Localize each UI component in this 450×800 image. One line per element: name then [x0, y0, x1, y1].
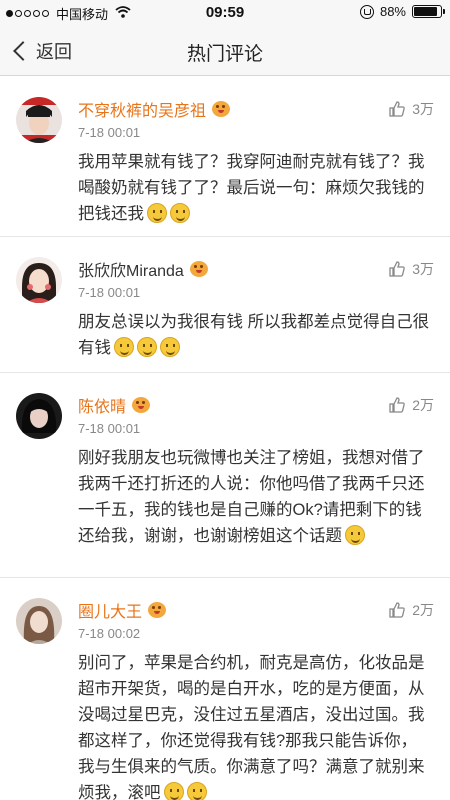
comment-text: 朋友总误以为我很有钱 所以我都差点觉得自己很有钱 — [78, 309, 432, 361]
smile-emoji-icon — [160, 337, 180, 357]
smile-emoji-icon — [137, 337, 157, 357]
like-button[interactable]: 3万 — [388, 99, 434, 119]
comment-body: 我用苹果就有钱了？我穿阿迪耐克就有钱了？我喝酸奶就有钱了了？最后说一句：麻烦欠我… — [78, 153, 425, 223]
smile-emoji-icon — [163, 782, 184, 800]
avatar[interactable] — [16, 393, 62, 439]
smile-emoji-icon — [170, 203, 190, 223]
like-count: 2万 — [412, 397, 434, 413]
thumbs-up-icon — [389, 261, 405, 277]
comment-item: 圈儿大王 7-18 00:02 2万 别问了，苹果是合约机，耐克是高仿，化妆品是… — [0, 578, 450, 800]
thumbs-up-icon — [389, 397, 405, 413]
smile-emoji-icon — [345, 525, 365, 545]
vip-badge-icon — [212, 101, 231, 117]
comment-item: 不穿秋裤的吴彦祖 7-18 00:01 3万 我用苹果就有钱了？我穿阿迪耐克就有… — [0, 77, 450, 237]
comment-time: 7-18 00:01 — [78, 125, 141, 140]
battery-percent: 88% — [379, 4, 406, 19]
comment-body: 刚好我朋友也玩微博也关注了榜姐，我想对借了我两千还打折还的人说：你他吗借了我两千… — [78, 449, 425, 545]
smile-emoji-icon — [147, 203, 167, 223]
vip-badge-icon — [189, 261, 208, 277]
smile-emoji-icon — [114, 337, 134, 357]
vip-badge-icon — [148, 602, 167, 618]
username-text: 圈儿大王 — [78, 604, 143, 621]
like-button[interactable]: 2万 — [388, 600, 434, 620]
thumbs-up-icon — [389, 602, 405, 618]
rotation-lock-icon — [359, 4, 374, 19]
username[interactable]: 不穿秋裤的吴彦祖 — [78, 97, 231, 121]
comment-body: 别问了，苹果是合约机，耐克是高仿，化妆品是超市开架货，喝的是白开水，吃的是方便面… — [78, 654, 425, 800]
smile-emoji-icon — [186, 782, 207, 800]
comment-item: 张欣欣Miranda 7-18 00:01 3万 朋友总误以为我很有钱 所以我都… — [0, 237, 450, 373]
comment-item: 陈依晴 7-18 00:01 2万 刚好我朋友也玩微博也关注了榜姐，我想对借了我… — [0, 373, 450, 578]
comment-list: 不穿秋裤的吴彦祖 7-18 00:01 3万 我用苹果就有钱了？我穿阿迪耐克就有… — [0, 77, 450, 800]
page-title: 热门评论 — [186, 44, 263, 65]
comment-text: 别问了，苹果是合约机，耐克是高仿，化妆品是超市开架货，喝的是白开水，吃的是方便面… — [78, 650, 432, 800]
like-button[interactable]: 3万 — [388, 259, 434, 279]
avatar[interactable] — [16, 97, 62, 143]
username[interactable]: 陈依晴 — [78, 393, 151, 417]
like-button[interactable]: 2万 — [388, 395, 434, 415]
like-count: 2万 — [412, 602, 434, 618]
like-count: 3万 — [412, 261, 434, 277]
battery-icon — [412, 5, 445, 18]
avatar[interactable] — [16, 598, 62, 644]
vip-badge-icon — [132, 397, 151, 413]
thumbs-up-icon — [389, 101, 405, 117]
navigation-bar: 返回 热门评论 — [0, 26, 450, 76]
comment-time: 7-18 00:01 — [78, 285, 141, 300]
username-text: 陈依晴 — [78, 399, 127, 416]
username[interactable]: 圈儿大王 — [78, 598, 167, 622]
username-text: 不穿秋裤的吴彦祖 — [78, 103, 207, 120]
comment-time: 7-18 00:02 — [78, 626, 141, 641]
status-bar: 中国移动 09:59 88% — [0, 0, 450, 26]
avatar[interactable] — [16, 257, 62, 303]
comment-time: 7-18 00:01 — [78, 421, 141, 436]
like-count: 3万 — [412, 101, 434, 117]
battery-area: 88% — [359, 4, 445, 19]
comment-text: 我用苹果就有钱了？我穿阿迪耐克就有钱了？我喝酸奶就有钱了了？最后说一句：麻烦欠我… — [78, 149, 432, 227]
username-text: 张欣欣Miranda — [78, 263, 184, 280]
username[interactable]: 张欣欣Miranda — [78, 257, 208, 281]
comment-text: 刚好我朋友也玩微博也关注了榜姐，我想对借了我两千还打折还的人说：你他吗借了我两千… — [78, 445, 432, 549]
